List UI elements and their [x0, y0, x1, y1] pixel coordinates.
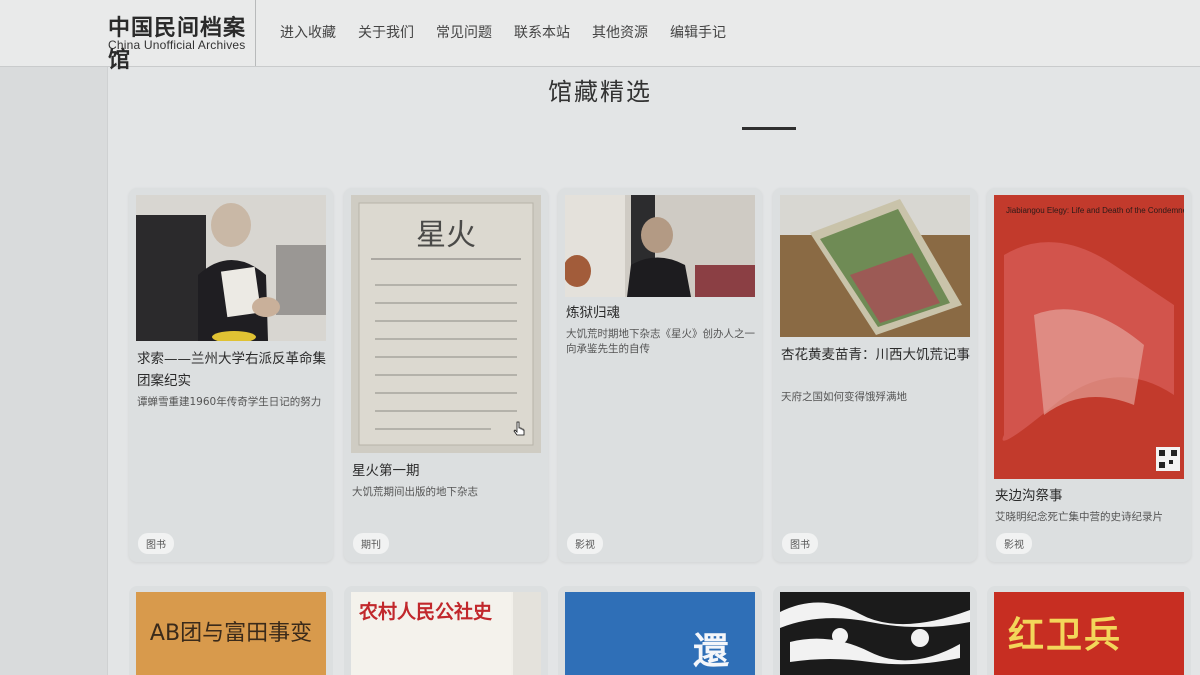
nav-enter-collection[interactable]: 进入收藏 [280, 22, 336, 42]
collection-card[interactable]: 還 [558, 586, 762, 675]
card-title[interactable]: 求索——兰州大学右派反革命集团案纪实 [137, 348, 327, 392]
manuscript-title-text: 星火 [416, 218, 476, 253]
card-thumbnail-photo [565, 195, 755, 297]
card-description: 天府之国如何变得饿殍满地 [781, 391, 907, 403]
nav-contact[interactable]: 联系本站 [514, 22, 570, 42]
cover-title-text: 還 [693, 631, 730, 672]
card-title[interactable]: 夹边沟祭事 [995, 485, 1185, 507]
card-thumbnail-photo [136, 195, 326, 341]
cover-title-text: 红卫兵 [1008, 614, 1123, 656]
site-logo[interactable]: 中国民间档案馆 China Unofficial Archives [0, 0, 256, 73]
left-margin-panel [0, 67, 108, 675]
collection-card[interactable]: 求索——兰州大学右派反革命集团案纪实 谭蝉雪重建1960年传奇学生日记的努力 图… [129, 188, 333, 562]
section-title: 馆藏精选 [548, 78, 652, 106]
nav-about-us[interactable]: 关于我们 [358, 22, 414, 42]
nav-other-resources[interactable]: 其他资源 [592, 22, 648, 42]
card-thumbnail-cover: 還 [565, 592, 755, 675]
section-title-underline [742, 127, 796, 130]
card-title[interactable]: 星火第一期 [352, 460, 542, 482]
collection-card[interactable] [773, 586, 977, 675]
hand-pointer-cursor-icon [513, 421, 525, 436]
logo-english-name: China Unofficial Archives [108, 38, 246, 52]
card-type-tag[interactable]: 影视 [996, 533, 1032, 554]
card-description: 大饥荒时期地下杂志《星火》创办人之一向承鉴先生的自传 [566, 328, 755, 355]
collection-card[interactable]: 杏花黄麦苗青：川西大饥荒记事 天府之国如何变得饿殍满地 图书 [773, 188, 977, 562]
nav-editor-notes[interactable]: 编辑手记 [670, 22, 726, 42]
main-nav: 进入收藏 关于我们 常见问题 联系本站 其他资源 编辑手记 [280, 22, 748, 42]
collection-card[interactable]: 星火 星火第一期 大饥荒期间出版的地下杂志 期刊 [344, 188, 548, 562]
card-thumbnail-cover: 红卫兵 [994, 592, 1184, 675]
card-type-tag[interactable]: 图书 [782, 533, 818, 554]
card-type-tag[interactable]: 期刊 [353, 533, 389, 554]
card-type-tag[interactable]: 图书 [138, 533, 174, 554]
card-description: 艾晓明纪念死亡集中营的史诗纪录片 [995, 511, 1163, 523]
card-thumbnail-poster: Jiabiangou Elegy: Life and Death of the … [994, 195, 1184, 479]
collection-card[interactable]: 炼狱归魂 大饥荒时期地下杂志《星火》创办人之一向承鉴先生的自传 影视 [558, 188, 762, 562]
site-header: 中国民间档案馆 China Unofficial Archives 进入收藏 关… [0, 0, 1200, 73]
card-description: 谭蝉雪重建1960年传奇学生日记的努力 [137, 396, 322, 408]
card-description: 大饥荒期间出版的地下杂志 [352, 486, 478, 498]
collection-card[interactable]: Jiabiangou Elegy: Life and Death of the … [987, 188, 1191, 562]
cover-title-text: 农村人民公社史 [359, 601, 493, 623]
collection-card[interactable]: 红卫兵 [987, 586, 1191, 675]
card-thumbnail-photo [780, 195, 970, 337]
cover-title-text: AB团与富田事变 [149, 621, 313, 646]
card-thumbnail-manuscript: 星火 [351, 195, 541, 453]
poster-title-text: Jiabiangou Elegy: Life and Death of the … [1006, 206, 1184, 215]
card-thumbnail-cover: AB团与富田事变 [136, 592, 326, 675]
card-title[interactable]: 杏花黄麦苗青：川西大饥荒记事 [781, 344, 971, 366]
card-type-tag[interactable]: 影视 [567, 533, 603, 554]
collection-card[interactable]: AB团与富田事变 [129, 586, 333, 675]
card-title[interactable]: 炼狱归魂 [566, 302, 756, 324]
card-thumbnail-woodcut [780, 592, 970, 675]
card-thumbnail-cover: 农村人民公社史 [351, 592, 541, 675]
nav-faq[interactable]: 常见问题 [436, 22, 492, 42]
collection-card[interactable]: 农村人民公社史 [344, 586, 548, 675]
